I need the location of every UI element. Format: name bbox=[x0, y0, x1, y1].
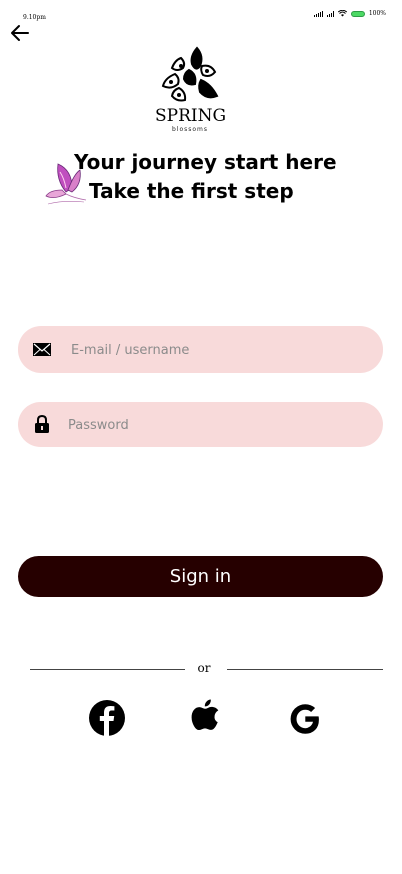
divider-left bbox=[30, 669, 185, 670]
google-login-button[interactable] bbox=[285, 699, 325, 739]
email-input[interactable] bbox=[69, 326, 373, 375]
facebook-icon bbox=[89, 700, 125, 736]
google-icon bbox=[290, 704, 319, 734]
status-bar: 9.10pm 100% bbox=[0, 8, 402, 22]
password-field-container[interactable] bbox=[18, 402, 383, 449]
logo: SPRING blossoms bbox=[155, 44, 227, 136]
apple-login-button[interactable] bbox=[185, 696, 225, 736]
divider-or-text: or bbox=[197, 661, 211, 675]
cellular-icon bbox=[326, 10, 334, 17]
back-button[interactable] bbox=[8, 22, 32, 44]
lock-icon bbox=[33, 415, 51, 434]
facebook-login-button[interactable] bbox=[87, 698, 127, 738]
signal-icon bbox=[313, 10, 323, 17]
flower-logo-icon bbox=[161, 46, 219, 102]
sign-in-button[interactable]: Sign in bbox=[18, 556, 383, 597]
headline-line-1: Your journey start here bbox=[74, 150, 337, 174]
logo-subtitle: blossoms bbox=[171, 126, 209, 133]
arrow-left-icon bbox=[11, 25, 29, 41]
email-field-container[interactable] bbox=[18, 326, 383, 375]
password-input[interactable] bbox=[66, 402, 370, 449]
apple-icon bbox=[191, 699, 219, 730]
wifi-icon bbox=[337, 10, 347, 17]
headline-line-2: Take the first step bbox=[89, 179, 294, 203]
logo-name: SPRING bbox=[155, 106, 227, 126]
login-screen: 9.10pm 100% SPRING blossoms Your journey… bbox=[0, 0, 402, 874]
battery-level: 100% bbox=[368, 10, 386, 17]
status-icons: 100% bbox=[313, 10, 386, 17]
envelope-icon bbox=[33, 341, 51, 359]
divider-right bbox=[227, 669, 383, 670]
status-time: 9.10pm bbox=[23, 14, 46, 21]
battery-icon bbox=[350, 10, 365, 17]
